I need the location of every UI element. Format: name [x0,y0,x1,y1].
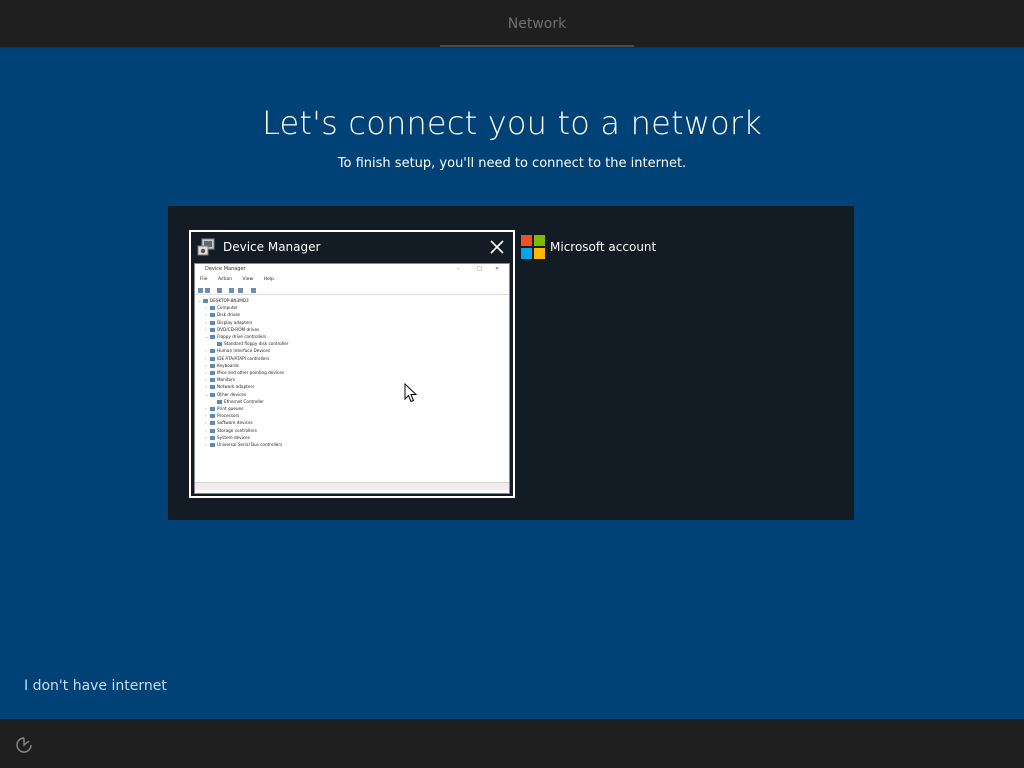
device-category-icon [210,435,215,440]
device-tree-node: › Monitors [205,376,235,383]
device-tree: ⌄ DESKTOP-8N3MD3 › Computer › Disk drives › Dis… [198,297,498,457]
forward-icon [205,288,210,293]
properties-icon [217,288,222,293]
device-tree-label: Floppy drive controllers [217,334,267,339]
page-subtitle: To finish setup, you'll need to connect … [337,156,687,171]
device-category-icon [210,421,215,426]
device-category-icon [210,392,215,397]
device-tree-label: Software devices [217,420,253,426]
device-tree-label: Storage controllers [217,427,257,433]
minimize-icon: – [457,266,460,272]
device-category-icon [210,407,215,411]
menu-action: Action [217,277,233,282]
device-category-icon [210,356,215,361]
task-switcher: Device Manager Device Manager – □ ✕ File… [168,206,854,520]
window-thumbnail: Device Manager – □ ✕ File Action View He… [194,263,510,494]
device-tree-label: Keyboards [217,362,239,368]
device-tree-label: Monitors [217,377,236,383]
device-tree-label: Network adapters [217,384,255,390]
device-tree-node: › System devices [205,434,250,441]
device-category-icon [217,342,222,347]
device-tree-label: Computer [217,305,238,311]
device-tree-label: Print queues [217,406,244,411]
device-tree-node: › Software devices [205,419,253,426]
device-tree-label: DVD/CD-ROM drives [217,326,260,332]
device-tree-node: › Network adapters [205,383,254,390]
tab-network: Network [507,16,567,32]
ease-of-access-icon[interactable] [14,735,34,755]
device-category-icon [210,378,215,383]
device-tree-node: ⌄ Floppy drive controllers [205,333,266,340]
device-tree-node: Standard floppy disk controller [212,340,288,347]
device-category-icon [210,443,215,447]
scan-icon [238,288,243,293]
device-tree-label: System devices [217,434,250,440]
microsoft-logo-icon[interactable] [521,235,545,259]
top-bar: Network [0,0,1024,48]
thumbnail-close-icon: ✕ [495,266,500,272]
device-tree-node: › Display adapters [205,319,252,326]
page-title: Let's connect you to a network [262,104,762,142]
help-icon [229,288,234,293]
device-tree-node: › Print queues [205,405,243,412]
device-category-icon [210,414,215,419]
back-icon [198,288,203,293]
menu-file: File [200,277,208,282]
thumbnail-menubar: File Action View Help [195,276,509,284]
device-tree-node: ⌄ Other devices [205,391,246,398]
device-tree-node: › Mice and other pointing devices [205,369,284,376]
device-category-icon [210,327,215,332]
menu-help: Help [263,277,274,282]
device-category-icon [217,399,222,404]
device-tree-node: › Storage controllers [205,427,257,434]
device-category-icon [210,306,215,311]
device-manager-icon [197,238,215,256]
device-tree-node: ⌄ DESKTOP-8N3MD3 [198,297,249,304]
thumbnail-toolbar [195,285,509,295]
device-tree-label: Mice and other pointing devices [217,370,285,375]
thumbnail-statusbar [195,482,509,490]
close-icon[interactable] [487,237,507,257]
tab-underline [440,45,634,47]
device-category-icon [203,299,208,303]
monitor-icon [251,288,256,293]
device-tree-label: Processors [217,413,240,419]
device-category-icon [210,349,215,354]
device-tree-label: Other devices [217,391,247,397]
bottom-bar [0,719,1024,768]
window-card-header: Device Manager [191,232,513,262]
window-card-title: Device Manager [223,240,321,254]
device-category-icon [210,428,215,433]
device-tree-node: › Computer [205,304,238,311]
device-tree-node: › Processors [205,412,239,419]
device-tree-node: › Keyboards [205,362,239,369]
device-tree-node: › IDE ATA/ATAPI controllers [205,355,269,362]
menu-view: View [242,277,254,282]
device-category-icon [210,313,215,318]
device-category-icon [210,320,215,325]
device-category-icon [210,335,215,339]
device-manager-window-card[interactable]: Device Manager Device Manager – □ ✕ File… [189,230,515,498]
mouse-cursor-icon [404,383,418,403]
device-tree-label: Human Interface Devices [217,348,271,354]
device-category-icon [210,385,215,390]
device-tree-node: › Disk drives [205,311,240,318]
device-category-icon [210,371,215,375]
maximize-icon: □ [477,266,482,272]
device-tree-label: Disk drives [217,312,241,318]
device-tree-label: DESKTOP-8N3MD3 [210,298,249,303]
device-tree-node: › Universal Serial Bus controllers [205,441,282,448]
device-tree-node: Ethernet Controller [212,398,264,405]
device-category-icon [210,363,215,368]
microsoft-account-title[interactable]: Microsoft account [550,240,656,254]
device-tree-label: Ethernet Controller [224,398,264,404]
device-tree-label: IDE ATA/ATAPI controllers [217,355,270,361]
thumbnail-title: Device Manager [205,266,246,272]
device-tree-node: › Human Interface Devices [205,347,270,354]
device-tree-label: Display adapters [217,319,253,325]
device-tree-node: › DVD/CD-ROM drives [205,326,259,333]
device-tree-label: Universal Serial Bus controllers [217,442,283,447]
no-internet-link[interactable]: I don't have internet [24,678,167,694]
device-tree-label: Standard floppy disk controller [224,341,289,347]
